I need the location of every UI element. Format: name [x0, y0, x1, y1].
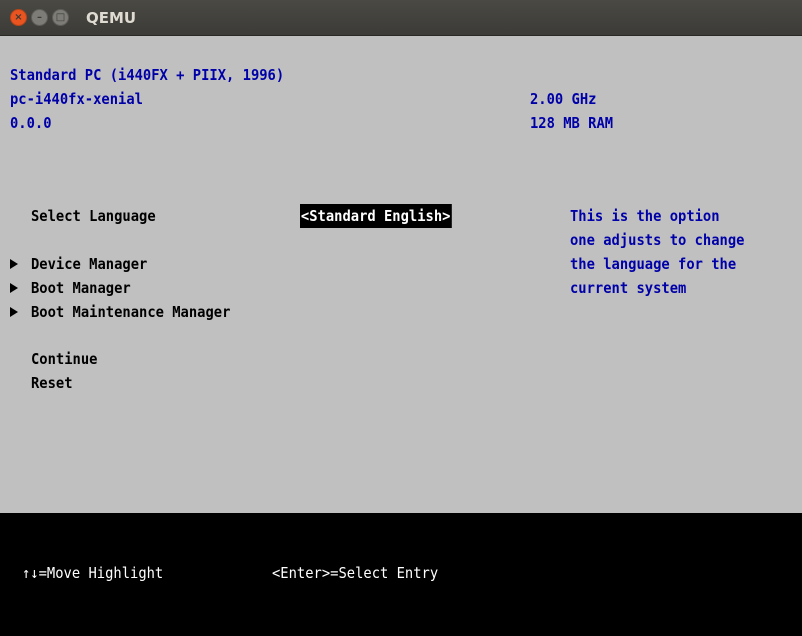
machine-name: Standard PC (i440FX + PIIX, 1996) — [10, 66, 285, 84]
reset-item[interactable]: Reset — [31, 371, 73, 395]
language-selector[interactable]: <Standard English> — [300, 204, 452, 228]
submenu-arrow-icon — [10, 283, 18, 293]
board-name: pc-i440fx-xenial — [10, 90, 143, 108]
maximize-icon[interactable]: □ — [52, 9, 69, 26]
title-bar[interactable]: × – □ QEMU — [0, 0, 802, 36]
submenu-arrow-icon — [10, 259, 18, 269]
help-text-line: one adjusts to change — [570, 231, 745, 249]
close-icon[interactable]: × — [10, 9, 27, 26]
move-highlight-hint: ↑↓=Move Highlight — [22, 564, 164, 582]
bios-screen: Standard PC (i440FX + PIIX, 1996) pc-i44… — [0, 36, 802, 636]
device-manager-item[interactable]: Device Manager — [31, 252, 147, 276]
help-text-line: current system — [570, 279, 687, 297]
help-text-line: the language for the — [570, 255, 737, 273]
boot-maintenance-manager-item[interactable]: Boot Maintenance Manager — [31, 300, 230, 324]
boot-manager-item[interactable]: Boot Manager — [31, 276, 131, 300]
window-title: QEMU — [86, 9, 137, 27]
firmware-version: 0.0.0 — [10, 114, 52, 132]
minimize-icon[interactable]: – — [31, 9, 48, 26]
select-entry-hint: <Enter>=Select Entry — [272, 564, 439, 582]
continue-item[interactable]: Continue — [31, 347, 97, 371]
cpu-speed: 2.00 GHz — [530, 90, 597, 108]
help-text-line: This is the option — [570, 207, 720, 225]
select-language-label[interactable]: Select Language — [31, 204, 156, 228]
submenu-arrow-icon — [10, 307, 18, 317]
qemu-window: × – □ QEMU Standard PC (i440FX + PIIX, 1… — [0, 0, 802, 636]
key-hints-bar: ↑↓=Move Highlight <Enter>=Select Entry — [0, 513, 802, 636]
ram-size: 128 MB RAM — [530, 114, 614, 132]
